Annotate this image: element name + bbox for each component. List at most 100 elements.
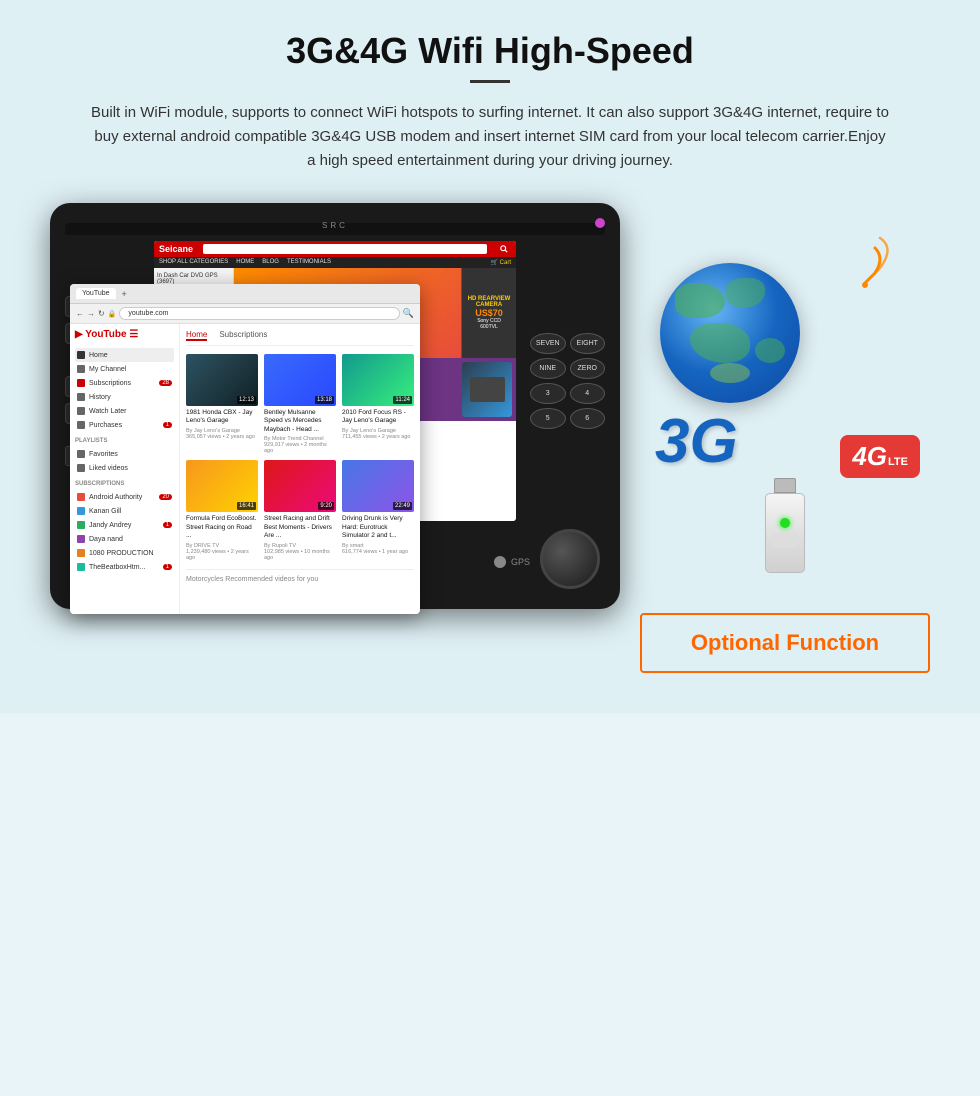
video-thumb-1: 12:13 [186, 354, 258, 406]
right-knob[interactable] [540, 529, 600, 589]
nav-home[interactable]: Home [75, 348, 174, 362]
youtube-browser: YouTube + ← → ↻ 🔒 youtube.com 🔍 ▶ YouTub… [70, 284, 420, 614]
duration-3: 11:24 [393, 396, 412, 404]
six-button[interactable]: 6 [570, 408, 606, 429]
nav-liked-videos[interactable]: Liked videos [75, 461, 174, 475]
video-grid: 12:13 1981 Honda CBX - Jay Leno's Garage… [186, 354, 414, 561]
dongle-body [765, 493, 805, 573]
four-g-text: 4G [852, 441, 887, 472]
nav-watch-later[interactable]: Watch Later [75, 404, 174, 418]
subscriptions-section-label: SUBSCRIPTIONS [75, 481, 174, 487]
refresh-button[interactable]: ↻ [98, 309, 105, 318]
nav-blog[interactable]: BLOG [262, 259, 279, 266]
video-thumb-2: 13:18 [264, 354, 336, 406]
url-bar[interactable]: youtube.com [119, 307, 399, 320]
video-meta-1: By Jay Leno's Garage365,057 views • 2 ye… [186, 428, 258, 440]
nine-button[interactable]: NINE [530, 358, 566, 379]
search-icon[interactable] [497, 244, 511, 254]
duration-2: 13:18 [315, 396, 334, 404]
video-thumb-4: 16:41 [186, 460, 258, 512]
eight-button[interactable]: EIGHT [570, 333, 606, 354]
video-card-5[interactable]: 9:20 Street Racing and Drift Best Moment… [264, 460, 336, 560]
nav-purchases[interactable]: Purchases 1 [75, 418, 174, 432]
browser-bar: YouTube + [70, 284, 420, 304]
lock-icon: 🔒 [108, 310, 117, 318]
sub-android-authority[interactable]: Android Authority 20 [75, 490, 174, 504]
search-icon[interactable]: 🔍 [403, 308, 414, 319]
video-title-1: 1981 Honda CBX - Jay Leno's Garage [186, 409, 258, 426]
video-meta-2: By Motor Trend Channel929,917 views • 2 … [264, 436, 336, 454]
sub-jandy-andrey[interactable]: Jandy Andrey 1 [75, 518, 174, 532]
forward-button[interactable]: → [87, 309, 95, 318]
video-card-1[interactable]: 12:13 1981 Honda CBX - Jay Leno's Garage… [186, 354, 258, 454]
globe [660, 263, 800, 403]
gps-label: GPS [511, 557, 530, 567]
camera-price: US$70 [475, 308, 503, 318]
youtube-content: ▶ YouTube ☰ Home My Channel Subscription… [70, 324, 420, 614]
video-card-2[interactable]: 13:18 Bentley Mulsanne Speed vs Mercedes… [264, 354, 336, 454]
sub-daya-nand[interactable]: Daya nand [75, 532, 174, 546]
seven-button[interactable]: SEVEN [530, 333, 566, 354]
camera-specs: 600TVL [480, 324, 498, 330]
three-g-label: 3G [655, 411, 738, 473]
nav-shop[interactable]: SHOP ALL CATEGORIES [159, 259, 228, 266]
disc-icon [494, 556, 506, 568]
video-title-6: Driving Drunk is Very Hard: Eurotruck Si… [342, 515, 414, 540]
liked-videos-label: Liked videos [89, 465, 128, 472]
four-button[interactable]: 4 [570, 383, 606, 404]
car-buttons-right: SEVEN EIGHT NINE ZERO 3 4 5 6 [530, 333, 605, 429]
nav-my-channel[interactable]: My Channel [75, 362, 174, 376]
title-divider [470, 80, 510, 83]
purchases-label: Purchases [89, 422, 122, 429]
youtube-tab[interactable]: YouTube [76, 288, 116, 299]
right-section: 3G 4G LTE [640, 203, 930, 673]
zero-button[interactable]: ZERO [570, 358, 606, 379]
cart-icon[interactable]: 🛒 Cart [491, 259, 511, 266]
nav-subscriptions[interactable]: Subscriptions 28 [75, 376, 174, 390]
tab-subscriptions[interactable]: Subscriptions [219, 330, 267, 341]
youtube-main: Home Subscriptions 12:13 1981 Honda CBX … [180, 324, 420, 614]
nav-favorites[interactable]: Favorites [75, 447, 174, 461]
video-card-3[interactable]: 11:24 2010 Ford Focus RS - Jay Leno's Ga… [342, 354, 414, 454]
add-tab-button[interactable]: + [122, 289, 127, 299]
duration-5: 9:20 [318, 502, 334, 510]
site-logo: Seicane [159, 244, 193, 254]
video-title-5: Street Racing and Drift Best Moments - D… [264, 515, 336, 540]
subscriptions-badge: 28 [159, 380, 172, 386]
video-thumb-3: 11:24 [342, 354, 414, 406]
sub-kanan-gill[interactable]: Kanan Gill [75, 504, 174, 518]
nav-home[interactable]: HOME [236, 259, 254, 266]
optional-function-box: Optional Function [640, 613, 930, 673]
video-card-4[interactable]: 16:41 Formula Ford EcoBoost. Street Raci… [186, 460, 258, 560]
video-meta-6: By smart616,774 views • 1 year ago [342, 543, 414, 555]
page-description: Built in WiFi module, supports to connec… [90, 101, 890, 173]
youtube-sidebar: ▶ YouTube ☰ Home My Channel Subscription… [70, 324, 180, 614]
video-card-6[interactable]: 22:49 Driving Drunk is Very Hard: Eurotr… [342, 460, 414, 560]
nav-testimonials[interactable]: TESTIMONIALS [287, 259, 331, 266]
video-meta-4: By DRIVE TV1,239,480 views • 2 years ago [186, 543, 258, 561]
product-image [462, 362, 512, 417]
duration-4: 16:41 [237, 502, 256, 510]
youtube-main-nav: Home Subscriptions [186, 330, 414, 346]
wifi-signal-graphic [830, 233, 900, 298]
page-title: 3G&4G Wifi High-Speed [50, 30, 930, 72]
subscriptions-label: Subscriptions [89, 380, 131, 387]
video-thumb-6: 22:49 [342, 460, 414, 512]
five-button[interactable]: 5 [530, 408, 566, 429]
nav-history[interactable]: History [75, 390, 174, 404]
dongle-label [773, 533, 798, 548]
duration-6: 22:49 [393, 502, 412, 510]
recommended-label: Motorcycles Recommended videos for you [186, 569, 414, 583]
back-button[interactable]: ← [76, 309, 84, 318]
tab-home[interactable]: Home [186, 330, 207, 341]
site-nav: SHOP ALL CATEGORIES HOME BLOG TESTIMONIA… [154, 257, 516, 268]
purple-dot [595, 218, 605, 228]
sub-1080-production[interactable]: 1080 PRODUCTION [75, 546, 174, 560]
network-graphic: 3G 4G LTE [650, 223, 920, 483]
three-button[interactable]: 3 [530, 383, 566, 404]
video-thumb-5: 9:20 [264, 460, 336, 512]
sub-beatbox[interactable]: TheBeatboxHtm... 1 [75, 560, 174, 574]
video-title-3: 2010 Ford Focus RS - Jay Leno's Garage [342, 409, 414, 426]
youtube-logo: ▶ YouTube ☰ [75, 329, 174, 340]
video-meta-5: By Rupoli TV102,985 views • 10 months ag… [264, 543, 336, 561]
